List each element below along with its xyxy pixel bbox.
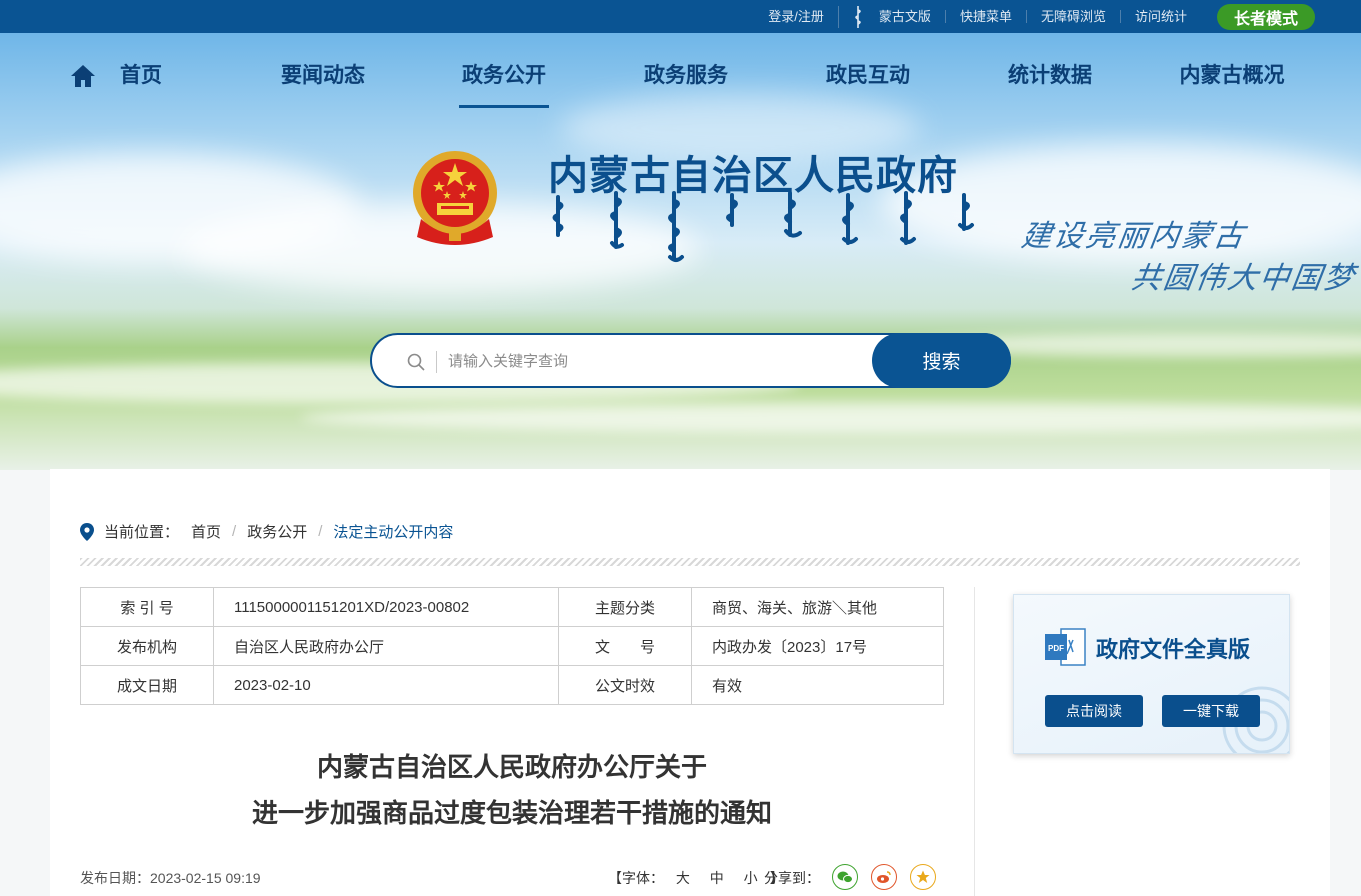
mongolian-version-label: 蒙古文版 (878, 9, 931, 24)
slogan-line-1: 建设亮丽内蒙古 (1019, 219, 1248, 254)
meta-key-index: 索 引 号 (80, 587, 214, 627)
meta-key-validity: 公文时效 (558, 665, 692, 705)
home-icon (71, 65, 95, 87)
search-button[interactable]: 搜索 (872, 333, 1011, 388)
font-size-small[interactable]: 小 (744, 870, 758, 886)
top-links: 登录/注册 蒙古文版 快捷菜单 无障碍浏览 访问统计 长者模式 (754, 0, 1315, 33)
svg-text:PDF: PDF (1048, 644, 1064, 653)
breadcrumb: 当前位置： 首页 / 政务公开 / 法定主动公开内容 (80, 521, 453, 542)
document-title-line-2: 进一步加强商品过度包装治理若干措施的通知 (251, 798, 772, 828)
font-size-switcher: 【字体： 大 中 小 】 (608, 868, 784, 888)
column-divider (974, 587, 975, 896)
nav-item-gov-affairs-open[interactable]: 政务公开 (459, 62, 549, 108)
nav-item-overview[interactable]: 内蒙古概况 (1176, 62, 1288, 90)
meta-key-topic: 主题分类 (558, 587, 692, 627)
font-size-large[interactable]: 大 (676, 870, 690, 886)
breadcrumb-current[interactable]: 法定主动公开内容 (333, 521, 453, 542)
search-divider (436, 351, 437, 373)
pdf-panel-title: 政府文件全真版 (1096, 637, 1251, 663)
share-label: 分享到： (764, 870, 820, 886)
breadcrumb-home[interactable]: 首页 (191, 521, 221, 542)
mongolian-script-icon (855, 5, 861, 28)
document-title-line-1: 内蒙古自治区人民政府办公厅关于 (316, 752, 707, 782)
meta-value-doc-number: 内政办发〔2023〕17号 (691, 626, 944, 666)
font-size-medium[interactable]: 中 (710, 870, 724, 886)
location-pin-icon (80, 522, 94, 541)
table-row: 成文日期 2023-02-10 公文时效 有效 (80, 665, 944, 705)
meta-key-issuer: 发布机构 (80, 626, 214, 666)
read-online-button[interactable]: 点击阅读 (1045, 695, 1143, 727)
quick-menu-link[interactable]: 快捷菜单 (944, 10, 1026, 23)
meta-value-topic: 商贸、海关、旅游＼其他 (691, 587, 944, 627)
accessibility-link[interactable]: 无障碍浏览 (1025, 10, 1120, 23)
nav-item-home[interactable]: 首页 (118, 62, 164, 90)
meta-value-written-date: 2023-02-10 (213, 665, 559, 705)
table-row: 索 引 号 1115000001151201XD/2023-00802 主题分类… (80, 587, 944, 627)
table-row: 发布机构 自治区人民政府办公厅 文 号 内政办发〔2023〕17号 (80, 626, 944, 666)
nav-item-statistics[interactable]: 统计数据 (1005, 62, 1095, 90)
meta-key-doc-number: 文 号 (558, 626, 692, 666)
search-bar: 搜索 (370, 333, 1011, 388)
elder-mode-button[interactable]: 长者模式 (1216, 3, 1315, 30)
favorite-icon[interactable] (910, 864, 936, 890)
weibo-icon[interactable] (871, 864, 897, 890)
nav-item-news[interactable]: 要闻动态 (278, 62, 368, 90)
login-register-link[interactable]: 登录/注册 (754, 10, 838, 23)
meta-value-issuer: 自治区人民政府办公厅 (213, 626, 559, 666)
search-icon (407, 353, 425, 371)
mongolian-version-link[interactable]: 蒙古文版 (837, 5, 945, 28)
divider-stripe (80, 558, 1300, 566)
wechat-icon[interactable] (832, 864, 858, 890)
hero-banner: 首页 要闻动态 政务公开 政务服务 政民互动 统计数据 内蒙古概况 内蒙古自治区… (0, 33, 1361, 470)
font-size-label: 【字体： (608, 870, 664, 886)
breadcrumb-label: 当前位置： (104, 524, 180, 541)
main-nav: 首页 要闻动态 政务公开 政务服务 政民互动 统计数据 内蒙古概况 (0, 33, 1361, 113)
document-meta-table: 索 引 号 1115000001151201XD/2023-00802 主题分类… (80, 587, 944, 705)
breadcrumb-separator: / (232, 523, 237, 540)
pdf-original-panel: PDF 政府文件全真版 点击阅读 一键下载 (1013, 594, 1290, 754)
meta-value-index: 1115000001151201XD/2023-00802 (213, 587, 559, 627)
search-input[interactable] (448, 345, 868, 377)
publish-info-bar: 发布日期：2023-02-15 09:19 【字体： 大 中 小 】 分享到： (80, 862, 944, 890)
document-title: 内蒙古自治区人民政府办公厅关于 进一步加强商品过度包装治理若干措施的通知 (80, 744, 944, 836)
breadcrumb-gov-affairs-open[interactable]: 政务公开 (247, 521, 307, 542)
publish-date: 发布日期：2023-02-15 09:19 (80, 870, 261, 886)
meta-value-validity: 有效 (691, 665, 944, 705)
download-button[interactable]: 一键下载 (1162, 695, 1260, 727)
nav-item-gov-services[interactable]: 政务服务 (641, 62, 731, 90)
pdf-file-icon: PDF (1045, 628, 1086, 666)
meta-key-written-date: 成文日期 (80, 665, 214, 705)
slogan-line-2: 共圆伟大中国梦 (1129, 261, 1358, 296)
content-card: 当前位置： 首页 / 政务公开 / 法定主动公开内容 索 引 号 1115000… (50, 469, 1330, 896)
top-utility-bar: 登录/注册 蒙古文版 快捷菜单 无障碍浏览 访问统计 长者模式 (0, 0, 1361, 33)
visit-stats-link[interactable]: 访问统计 (1119, 10, 1201, 23)
nav-item-interaction[interactable]: 政民互动 (823, 62, 913, 90)
national-emblem-icon (413, 151, 497, 245)
mongolian-title-script (552, 191, 974, 262)
breadcrumb-separator: / (318, 523, 323, 540)
